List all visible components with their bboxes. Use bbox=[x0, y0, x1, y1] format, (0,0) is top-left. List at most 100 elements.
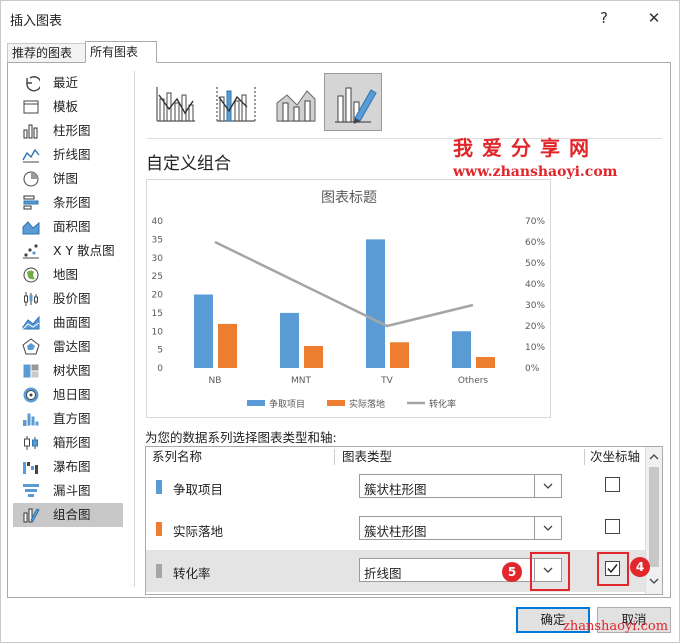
chart-type-value: 折线图 bbox=[364, 566, 402, 581]
sidebar-item-label: 面积图 bbox=[53, 219, 91, 234]
sidebar-item-pie-chart[interactable]: 饼图 bbox=[13, 167, 123, 191]
step-badge-4: 4 bbox=[630, 557, 650, 577]
waterfall-chart-icon bbox=[22, 458, 40, 476]
area-chart-icon bbox=[22, 218, 40, 236]
bar-primary bbox=[366, 239, 385, 368]
highlight-dropdown bbox=[530, 552, 570, 591]
tab-recommended-charts[interactable]: 推荐的图表 bbox=[7, 43, 89, 62]
sidebar-item-stock-chart[interactable]: 股价图 bbox=[13, 287, 123, 311]
custom-combo-icon[interactable] bbox=[324, 73, 382, 131]
x-tick-label: NB bbox=[209, 376, 222, 386]
sidebar-item-line-chart[interactable]: 折线图 bbox=[13, 143, 123, 167]
series-line-conversion-rate bbox=[214, 240, 474, 328]
chart-type-value: 簇状柱形图 bbox=[364, 524, 427, 539]
chevron-down-icon[interactable] bbox=[534, 475, 561, 497]
y-tick-label: 20 bbox=[152, 291, 164, 301]
series-row[interactable]: 争取项目 簇状柱形图 bbox=[146, 466, 646, 508]
y-tick-label: 25 bbox=[152, 272, 163, 282]
combo-chart: 图表标题 0 5 10 15 20 25 30 35 40 0% 10% 20% 30% 40% 50% 60%… bbox=[152, 190, 546, 410]
sidebar-item-label: 漏斗图 bbox=[53, 483, 91, 498]
bar-primary bbox=[280, 312, 299, 368]
y2-tick-label: 0% bbox=[525, 364, 540, 374]
y2-tick-label: 10% bbox=[525, 343, 545, 353]
secondary-axis-checkbox[interactable] bbox=[605, 477, 620, 492]
y-tick-label: 30 bbox=[152, 254, 164, 264]
stock-chart-icon bbox=[22, 290, 40, 308]
combo-chart-icon bbox=[22, 506, 40, 524]
title-bar: 插入图表 ? ✕ bbox=[1, 1, 679, 35]
help-button[interactable]: ? bbox=[591, 7, 617, 29]
sidebar-item-bar-chart[interactable]: 条形图 bbox=[13, 191, 123, 215]
sidebar-item-template[interactable]: 模板 bbox=[13, 95, 123, 119]
sidebar-item-sunburst-chart[interactable]: 旭日图 bbox=[13, 383, 123, 407]
sidebar-item-box-whisker-chart[interactable]: 箱形图 bbox=[13, 431, 123, 455]
clustered-column-line-icon[interactable] bbox=[147, 73, 205, 131]
step-badge-5: 5 bbox=[502, 562, 522, 582]
sidebar-item-label: X Y 散点图 bbox=[53, 243, 115, 258]
close-button[interactable]: ✕ bbox=[641, 7, 667, 29]
sidebar-item-label: 股价图 bbox=[53, 291, 91, 306]
map-chart-icon bbox=[22, 266, 40, 284]
bar-secondary bbox=[390, 342, 409, 368]
divider bbox=[334, 449, 335, 465]
chart-type-dropdown[interactable]: 簇状柱形图 bbox=[359, 516, 562, 540]
x-tick-label: MNT bbox=[291, 376, 311, 386]
sidebar-item-funnel-chart[interactable]: 漏斗图 bbox=[13, 479, 123, 503]
box-whisker-chart-icon bbox=[22, 434, 40, 452]
column-header-type: 图表类型 bbox=[342, 449, 393, 464]
legend-swatch bbox=[247, 400, 265, 406]
x-tick-label: TV bbox=[380, 376, 393, 386]
bar-secondary bbox=[218, 323, 237, 368]
y-tick-label: 35 bbox=[152, 235, 163, 245]
y-tick-label: 5 bbox=[157, 346, 163, 356]
insert-chart-dialog: 插入图表 ? ✕ 推荐的图表 所有图表 最近 模板 柱形图 折线图 饼图 条形图 面积图 X … bbox=[0, 0, 680, 643]
column-header-secondary-axis: 次坐标轴 bbox=[590, 449, 641, 464]
series-name: 争取项目 bbox=[173, 482, 224, 497]
series-row[interactable]: 实际落地 簇状柱形图 bbox=[146, 508, 646, 550]
scroll-up-icon bbox=[649, 454, 659, 460]
sidebar-item-treemap-chart[interactable]: 树状图 bbox=[13, 359, 123, 383]
sidebar-item-label: 地图 bbox=[53, 267, 79, 282]
y-tick-label: 10 bbox=[152, 327, 164, 337]
bar-secondary bbox=[476, 356, 495, 368]
secondary-axis-checkbox[interactable] bbox=[605, 519, 620, 534]
sidebar-item-histogram-chart[interactable]: 直方图 bbox=[13, 407, 123, 431]
watermark-url: www.zhanshaoyi.com bbox=[453, 164, 618, 180]
clustered-column-line-secondary-icon[interactable] bbox=[207, 73, 265, 131]
template-icon bbox=[22, 98, 40, 116]
scroll-down-icon bbox=[649, 578, 659, 584]
sidebar-item-waterfall-chart[interactable]: 瀑布图 bbox=[13, 455, 123, 479]
sidebar-item-label: 曲面图 bbox=[53, 315, 91, 330]
chart-type-list: 最近 模板柱形图折线图饼图条形图面积图 X Y 散点图 地图股价图曲面图雷达图 树状图旭… bbox=[13, 71, 123, 527]
series-grid: 系列名称 图表类型 次坐标轴 争取项目 簇状柱形图 实际落地 簇状柱形图 转化率 折线图 bbox=[145, 446, 663, 595]
sidebar-item-surface-chart[interactable]: 曲面图 bbox=[13, 311, 123, 335]
line-chart-icon bbox=[22, 146, 40, 164]
sidebar-item-scatter-chart[interactable]: X Y 散点图 bbox=[13, 239, 123, 263]
sidebar-item-label: 箱形图 bbox=[53, 435, 91, 450]
sidebar-item-column-chart[interactable]: 柱形图 bbox=[13, 119, 123, 143]
y2-tick-label: 20% bbox=[525, 322, 545, 332]
sidebar-item-area-chart[interactable]: 面积图 bbox=[13, 215, 123, 239]
tab-all-charts[interactable]: 所有图表 bbox=[85, 41, 157, 63]
sidebar-item-recent[interactable]: 最近 bbox=[13, 71, 123, 95]
watermark-text: 我爱分享网 bbox=[453, 136, 598, 160]
series-row[interactable]: 转化率 折线图 bbox=[146, 550, 646, 592]
chart-type-dropdown[interactable]: 簇状柱形图 bbox=[359, 474, 562, 498]
recent-icon bbox=[22, 74, 42, 92]
sidebar-item-combo-chart[interactable]: 组合图 bbox=[13, 503, 123, 527]
legend-label: 转化率 bbox=[429, 398, 456, 410]
legend-swatch bbox=[327, 400, 345, 406]
bar-chart-icon bbox=[22, 194, 40, 212]
divider bbox=[584, 449, 585, 465]
sidebar-item-label: 饼图 bbox=[53, 171, 79, 186]
divider bbox=[134, 71, 135, 587]
y2-tick-label: 50% bbox=[525, 259, 545, 269]
series-color-swatch bbox=[156, 522, 162, 536]
sidebar-item-map-chart[interactable]: 地图 bbox=[13, 263, 123, 287]
stacked-area-column-icon[interactable] bbox=[267, 73, 325, 131]
y2-tick-label: 60% bbox=[525, 238, 545, 248]
sunburst-chart-icon bbox=[22, 386, 40, 404]
sidebar-item-radar-chart[interactable]: 雷达图 bbox=[13, 335, 123, 359]
chevron-down-icon[interactable] bbox=[534, 517, 561, 539]
sidebar-item-label: 柱形图 bbox=[53, 123, 91, 138]
